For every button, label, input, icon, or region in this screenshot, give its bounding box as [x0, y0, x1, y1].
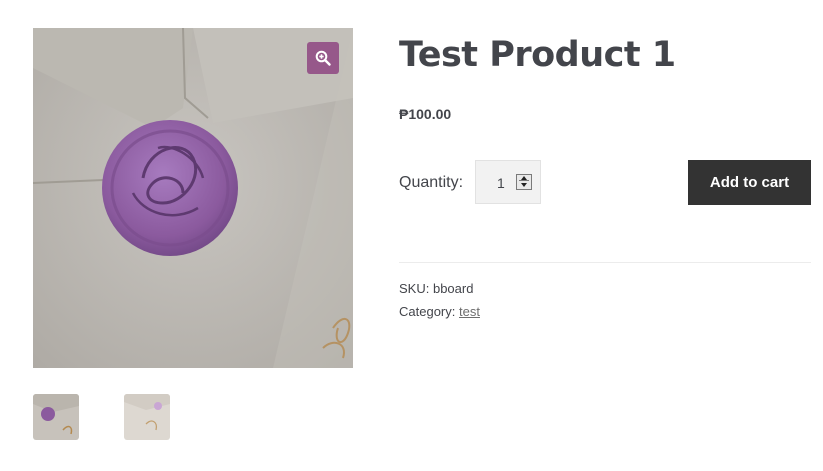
- product-title: Test Product 1: [399, 35, 676, 75]
- add-to-cart-button[interactable]: Add to cart: [688, 160, 811, 205]
- sku-label: SKU:: [399, 281, 430, 296]
- gallery-thumbnail-2[interactable]: [124, 394, 170, 440]
- product-category: Category: test: [399, 304, 480, 319]
- quantity-label: Quantity:: [399, 174, 464, 191]
- quantity-value[interactable]: 1: [497, 175, 505, 191]
- category-link[interactable]: test: [459, 304, 480, 319]
- stepper-down-icon[interactable]: [519, 182, 529, 188]
- stepper-up-icon[interactable]: [519, 175, 529, 181]
- zoom-in-icon: [315, 50, 331, 66]
- gallery-thumbnail-1[interactable]: [33, 394, 79, 440]
- product-main-image[interactable]: [33, 28, 353, 368]
- divider: [399, 262, 811, 263]
- zoom-button[interactable]: [307, 42, 339, 74]
- category-label: Category:: [399, 304, 456, 319]
- quantity-stepper[interactable]: [516, 174, 532, 190]
- sku-value: bboard: [432, 281, 474, 296]
- product-price: ₱100.00: [399, 106, 452, 122]
- product-sku: SKU: bboard: [399, 281, 473, 296]
